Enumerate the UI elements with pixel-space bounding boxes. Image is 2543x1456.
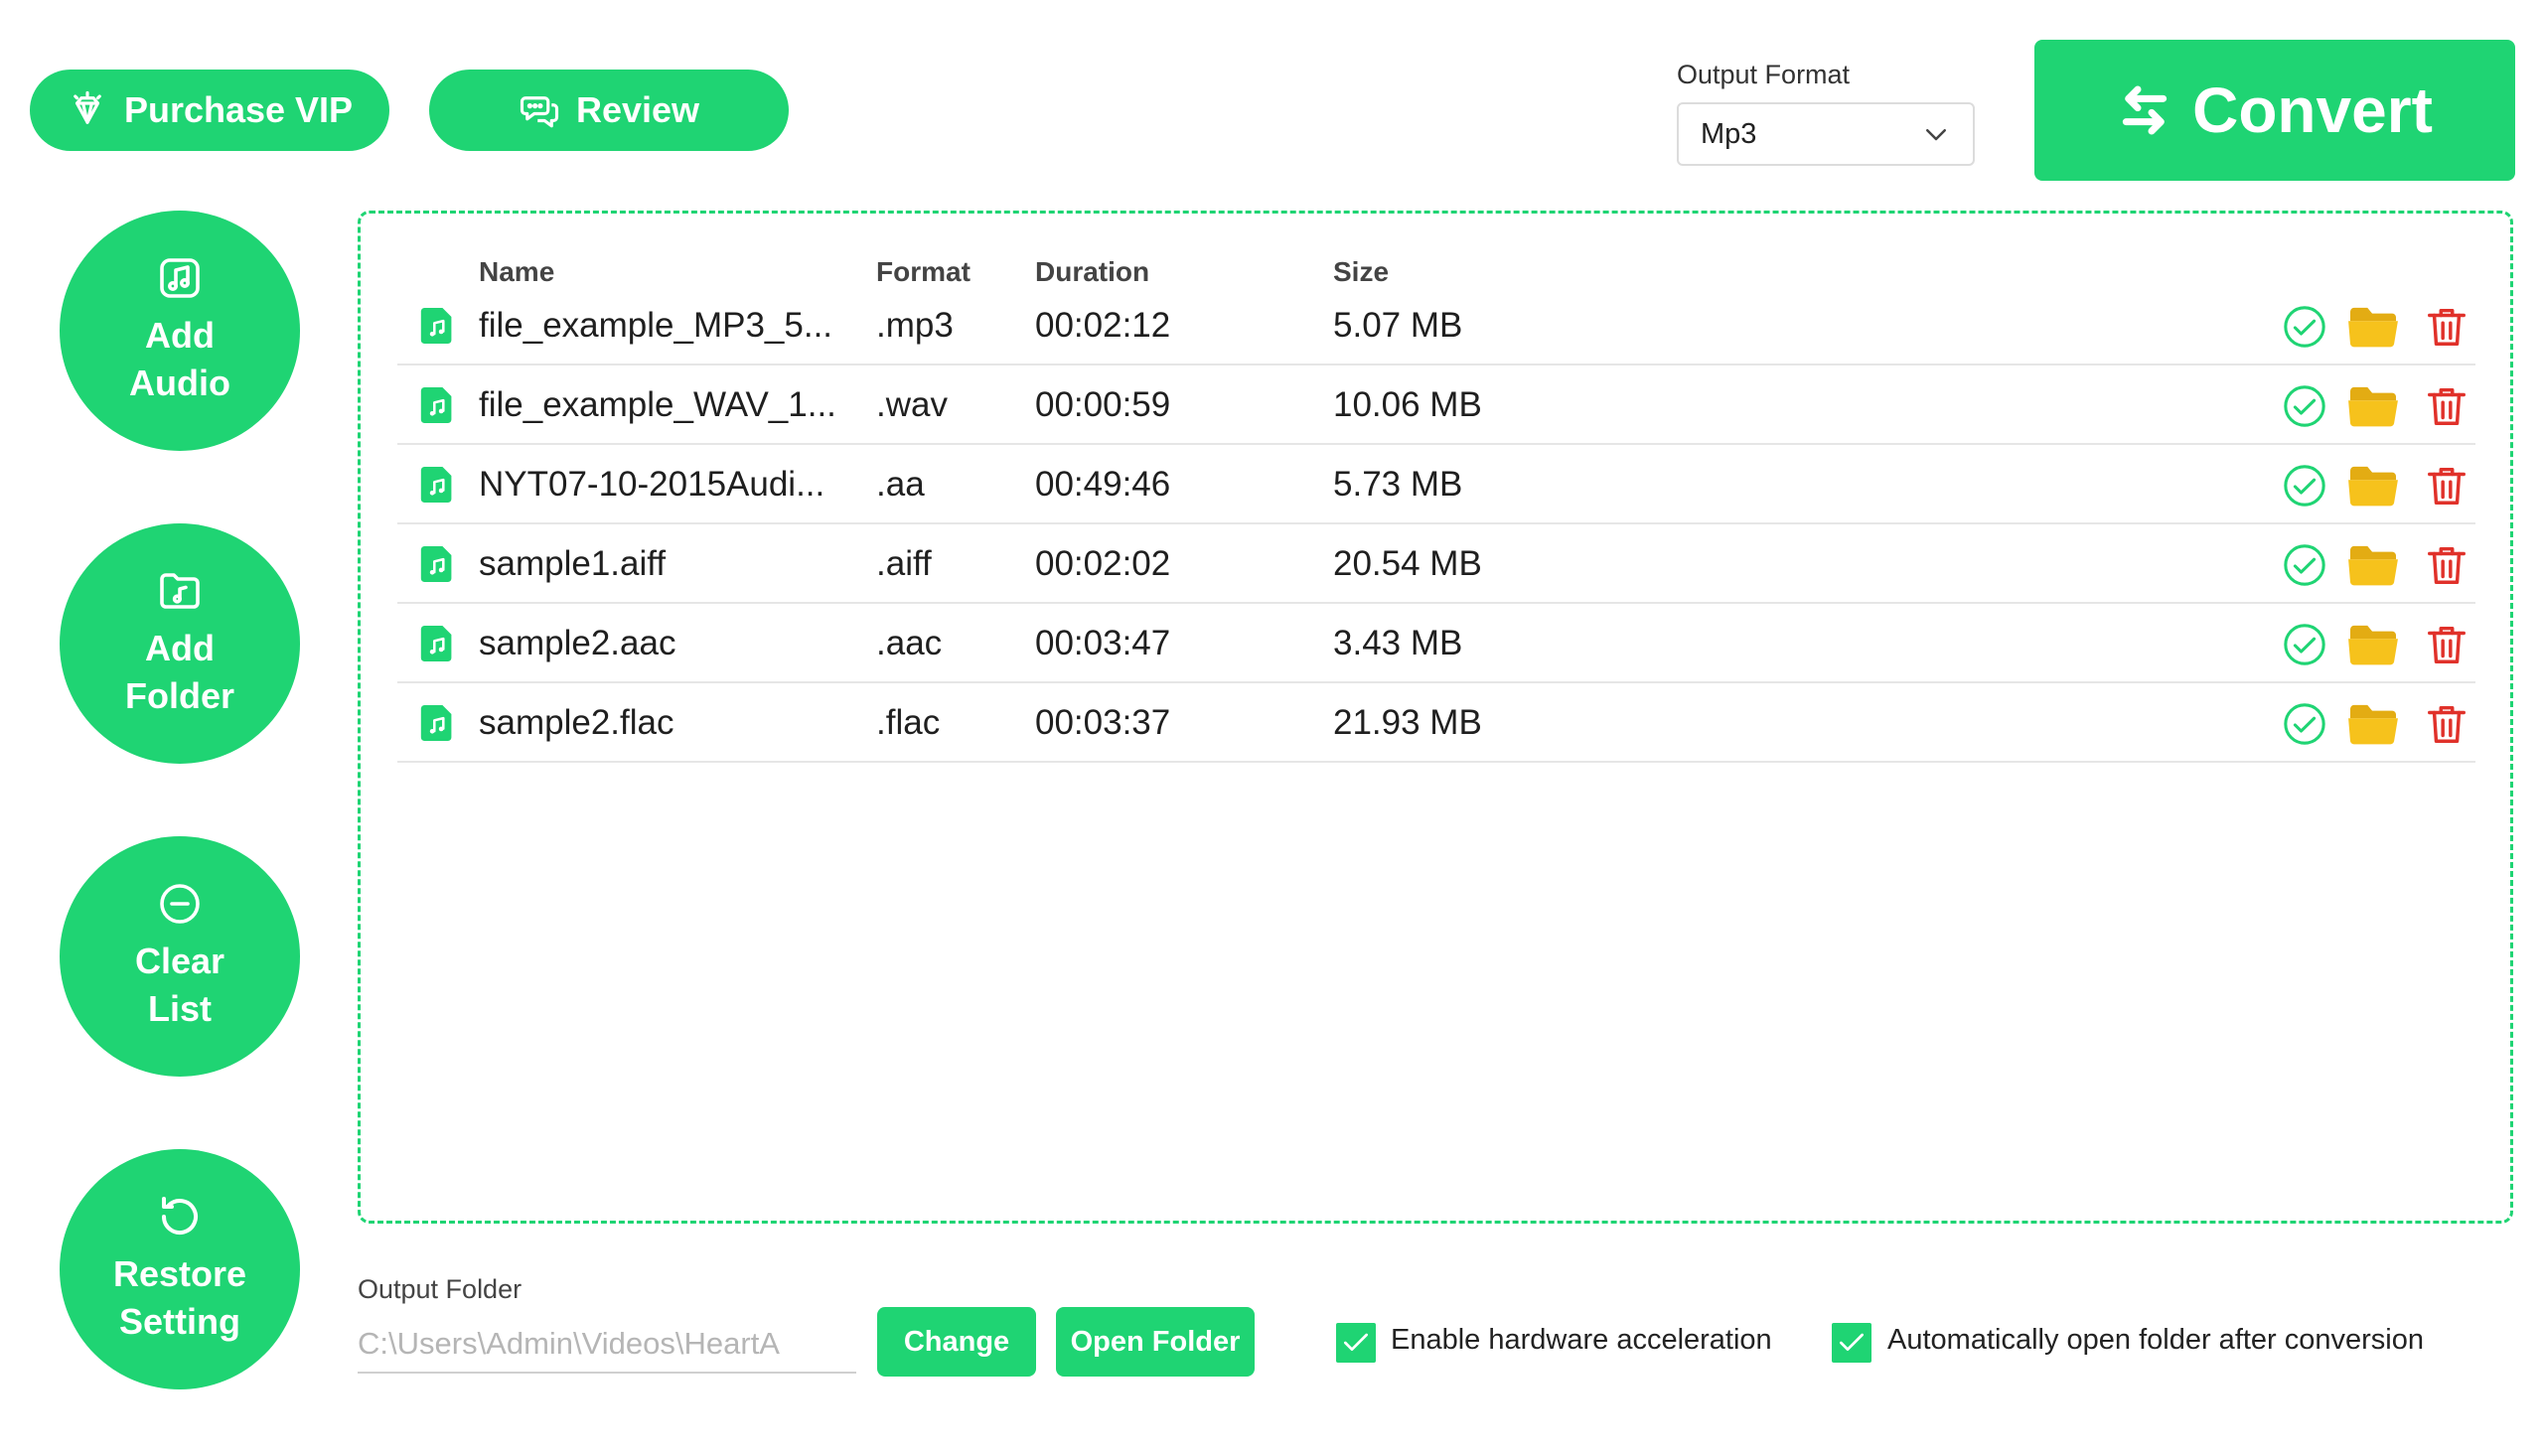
folder-icon[interactable] (2346, 622, 2400, 667)
add-folder-label-line1: Add (145, 628, 215, 668)
purchase-vip-button[interactable]: Purchase VIP (30, 70, 389, 151)
trash-icon[interactable] (2424, 383, 2469, 429)
check-circle-icon[interactable] (2282, 622, 2327, 667)
minus-circle-icon (160, 884, 200, 924)
add-folder-button[interactable]: Add Folder (60, 523, 300, 764)
trash-icon[interactable] (2424, 463, 2469, 509)
file-name: sample1.aiff (479, 544, 667, 583)
check-circle-icon[interactable] (2282, 304, 2327, 350)
diamond-icon (74, 90, 101, 124)
output-format-label: Output Format (1677, 60, 1851, 89)
hardware-acceleration-label: Enable hardware acceleration (1391, 1324, 1772, 1356)
file-format: .mp3 (876, 306, 954, 345)
file-row[interactable]: NYT07-10-2015Audi... .aa 00:49:46 5.73 MB (397, 445, 2475, 524)
chevron-down-icon (1926, 129, 1946, 141)
output-folder-label: Output Folder (358, 1274, 523, 1304)
rotate-ccw-icon (162, 1197, 198, 1235)
file-duration: 00:02:12 (1035, 306, 1171, 345)
folder-icon[interactable] (2346, 463, 2400, 509)
output-format-select[interactable]: Mp3 (1677, 102, 1975, 166)
audio-file-icon (420, 705, 452, 741)
trash-icon[interactable] (2424, 542, 2469, 588)
output-folder-path-input[interactable]: C:\Users\Admin\Videos\HeartA (358, 1316, 856, 1374)
audio-file-icon (420, 546, 452, 582)
output-format-value: Mp3 (1701, 117, 1757, 150)
file-name: NYT07-10-2015Audi... (479, 465, 825, 504)
file-duration: 00:02:02 (1035, 544, 1171, 583)
clear-list-label-line2: List (147, 988, 212, 1029)
restore-setting-label-line2: Setting (119, 1301, 240, 1342)
file-duration: 00:03:37 (1035, 703, 1171, 742)
purchase-vip-label: Purchase VIP (123, 89, 354, 130)
file-name: sample2.aac (479, 624, 676, 662)
file-size: 20.54 MB (1333, 544, 1482, 583)
column-header-format[interactable]: Format (876, 256, 971, 288)
audio-file-icon (420, 467, 452, 503)
check-circle-icon[interactable] (2282, 542, 2327, 588)
restore-setting-button[interactable]: Restore Setting (60, 1149, 300, 1389)
trash-icon[interactable] (2424, 622, 2469, 667)
folder-icon[interactable] (2346, 542, 2400, 588)
folder-icon[interactable] (2346, 701, 2400, 747)
convert-label: Convert (2192, 74, 2433, 146)
add-audio-button[interactable]: Add Audio (60, 211, 300, 451)
file-size: 21.93 MB (1333, 703, 1482, 742)
file-duration: 00:00:59 (1035, 385, 1171, 424)
auto-open-folder-label: Automatically open folder after conversi… (1887, 1324, 2425, 1356)
chat-bubbles-icon (520, 96, 559, 128)
file-row[interactable]: sample2.flac .flac 00:03:37 21.93 MB (397, 683, 2475, 763)
column-header-name[interactable]: Name (479, 256, 554, 288)
file-row[interactable]: sample1.aiff .aiff 00:02:02 20.54 MB (397, 524, 2475, 604)
file-format: .aac (876, 624, 943, 662)
file-format: .aiff (876, 544, 932, 583)
clear-list-button[interactable]: Clear List (60, 836, 300, 1077)
change-folder-button[interactable]: Change (877, 1307, 1036, 1377)
file-row[interactable]: file_example_WAV_1... .wav 00:00:59 10.06 M… (397, 365, 2475, 445)
restore-setting-label-line1: Restore (112, 1253, 247, 1294)
music-folder-icon (160, 573, 200, 609)
open-folder-button[interactable]: Open Folder (1056, 1307, 1255, 1377)
file-name: sample2.flac (479, 703, 674, 742)
checkmark-icon (1344, 1333, 1368, 1351)
auto-open-folder-checkbox[interactable] (1832, 1323, 1871, 1363)
audio-file-icon (420, 626, 452, 661)
checkmark-icon (1840, 1333, 1864, 1351)
hardware-acceleration-checkbox[interactable] (1336, 1323, 1376, 1363)
file-size: 5.73 MB (1333, 465, 1463, 504)
file-row[interactable]: sample2.aac .aac 00:03:47 3.43 MB (397, 604, 2475, 683)
folder-icon[interactable] (2346, 304, 2400, 350)
trash-icon[interactable] (2424, 304, 2469, 350)
column-header-duration[interactable]: Duration (1035, 256, 1149, 288)
audio-file-icon (420, 387, 452, 423)
file-name: file_example_MP3_5... (479, 306, 833, 345)
add-audio-label-line2: Audio (129, 363, 230, 403)
file-duration: 00:49:46 (1035, 465, 1171, 504)
trash-icon[interactable] (2424, 701, 2469, 747)
review-label: Review (575, 89, 700, 130)
file-name: file_example_WAV_1... (479, 385, 836, 424)
review-button[interactable]: Review (429, 70, 789, 151)
swap-arrows-icon (2122, 85, 2168, 135)
file-size: 5.07 MB (1333, 306, 1463, 345)
check-circle-icon[interactable] (2282, 701, 2327, 747)
file-size: 3.43 MB (1333, 624, 1463, 662)
check-circle-icon[interactable] (2282, 463, 2327, 509)
file-row[interactable]: file_example_MP3_5... .mp3 00:02:12 5.07 MB (397, 286, 2475, 365)
music-note-square-icon (160, 258, 200, 298)
audio-converter-window: Purchase VIP Review Output Format Mp3 Co… (0, 0, 2543, 1456)
add-audio-label-line1: Add (145, 315, 215, 356)
column-header-size[interactable]: Size (1333, 256, 1389, 288)
file-format: .wav (876, 385, 948, 424)
file-format: .aa (876, 465, 925, 504)
file-format: .flac (876, 703, 941, 742)
add-folder-label-line2: Folder (124, 675, 234, 716)
file-size: 10.06 MB (1333, 385, 1482, 424)
convert-button[interactable]: Convert (2034, 40, 2515, 181)
clear-list-label-line1: Clear (134, 941, 225, 981)
audio-file-icon (420, 308, 452, 344)
file-duration: 00:03:47 (1035, 624, 1171, 662)
folder-icon[interactable] (2346, 383, 2400, 429)
check-circle-icon[interactable] (2282, 383, 2327, 429)
